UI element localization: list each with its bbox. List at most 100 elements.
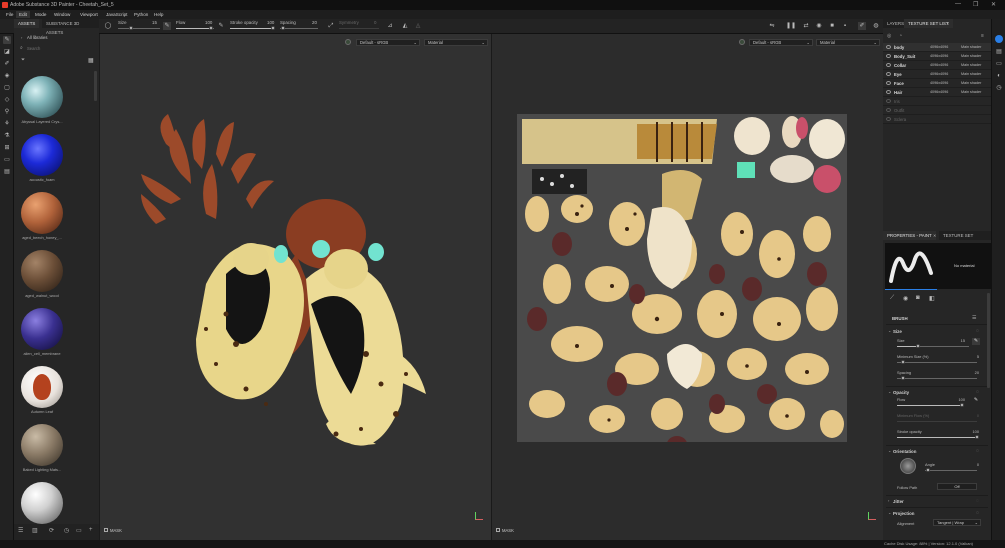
color-picker-icon[interactable]: ⚘	[3, 120, 11, 128]
menu-viewport[interactable]: Viewport	[77, 11, 101, 18]
eye-icon[interactable]	[886, 108, 891, 112]
pen-pressure-icon[interactable]: ✎	[163, 22, 171, 30]
flow-value[interactable]: 100	[205, 20, 212, 25]
size-slider[interactable]	[118, 28, 160, 29]
breadcrumb[interactable]: All libraries	[27, 35, 47, 40]
eye-icon[interactable]	[886, 63, 891, 67]
symmetry-toggle-icon[interactable]: ⊿	[386, 22, 394, 30]
asset-item[interactable]: acoustic_foam	[20, 134, 64, 182]
list-view-icon[interactable]: ☰	[18, 527, 23, 534]
shelf-icon[interactable]: ▭	[995, 60, 1003, 68]
colorspace-icon[interactable]	[739, 39, 745, 45]
measure-icon[interactable]: ▭	[3, 156, 11, 164]
menu-help[interactable]: Help	[151, 11, 166, 18]
symmetry-slider[interactable]	[339, 28, 379, 29]
alpha-icon[interactable]: ◉	[903, 295, 908, 302]
polygon-fill-icon[interactable]: ▢	[3, 84, 11, 92]
texture-set-row[interactable]: Hair 4096x4096 Main shader	[883, 88, 991, 97]
menu-icon[interactable]: ≡	[981, 33, 984, 39]
texture-set-list-icon[interactable]	[995, 35, 1003, 43]
eye-icon[interactable]	[886, 81, 891, 85]
texture-set-row[interactable]: Face 4096x4096 Main shader	[883, 79, 991, 88]
size-pressure-icon[interactable]: ✎	[972, 338, 980, 345]
asset-item[interactable]: alien_cell_membrane	[20, 308, 64, 356]
display-mode-icon[interactable]: ⇄	[802, 22, 810, 30]
symmetry-value[interactable]: 0	[374, 20, 376, 25]
brush-preset-icon[interactable]: ◯	[104, 22, 112, 30]
size-value[interactable]: 15	[152, 20, 157, 25]
bake-icon[interactable]: ⊞	[3, 144, 11, 152]
tab-assets[interactable]: ASSETS	[14, 19, 40, 28]
orientation-section-title[interactable]: Orientation	[893, 449, 916, 454]
brush-mode-icon[interactable]: ◍	[872, 22, 880, 30]
history-icon[interactable]: ◷	[64, 527, 69, 534]
projection-section-title[interactable]: Projection	[893, 511, 914, 516]
spacing-slider-handle[interactable]	[281, 26, 285, 30]
flow-value[interactable]: 100	[959, 397, 966, 402]
menu-window[interactable]: Window	[51, 11, 73, 18]
iray-icon[interactable]	[845, 22, 853, 30]
flow-pressure-icon[interactable]: ✎	[972, 397, 980, 404]
add-icon[interactable]: +	[89, 527, 93, 533]
asset-item[interactable]: aged_beech_honey_...	[20, 192, 64, 240]
follow-path-toggle[interactable]: Off	[937, 483, 977, 490]
preset-menu-icon[interactable]: ☰	[972, 315, 976, 321]
flow-pressure-icon[interactable]: ✎	[217, 22, 225, 30]
stroke-opacity-value[interactable]: 100	[973, 429, 980, 434]
menu-javascript[interactable]: JavaScript	[103, 11, 130, 18]
eye-icon[interactable]	[886, 72, 891, 76]
brush-settings-icon[interactable]: ⟋	[890, 295, 894, 302]
tab-texture-set-settings[interactable]: TEXTURE SET SETTINGS	[939, 231, 991, 247]
alignment-dropdown[interactable]: Tangent | Wrap ⌄	[933, 519, 981, 526]
flow-slider-handle[interactable]	[209, 26, 213, 30]
symmetry-axis-icon[interactable]: ◬	[414, 22, 422, 30]
viewport-layout-icon[interactable]: ⇋	[768, 22, 776, 30]
texture-set-row[interactable]: Sclera	[883, 115, 991, 124]
texture-set-row[interactable]: body 4096x4096 Main shader	[883, 43, 991, 52]
menu-file[interactable]: File	[3, 11, 16, 18]
settings-icon[interactable]: ◔	[899, 33, 902, 39]
chevron-right-icon[interactable]: ›	[21, 35, 22, 40]
viewport-2d[interactable]: Default - sRGB ⌄ Material ⌄ MASK	[491, 34, 883, 540]
layer-icon[interactable]: ▤	[3, 168, 11, 176]
size-slider-handle[interactable]	[916, 344, 920, 348]
eye-icon[interactable]	[886, 117, 891, 121]
refresh-icon[interactable]: ⟳	[49, 527, 54, 534]
tab-substance-3d-assets[interactable]: SUBSTANCE 3D ASSETS	[42, 19, 99, 35]
visibility-all-icon[interactable]: ◎	[887, 33, 891, 39]
reset-icon[interactable]: ◌	[976, 389, 979, 395]
jitter-section-title[interactable]: Jitter	[893, 499, 904, 504]
menu-edit[interactable]: Edit	[16, 11, 30, 18]
reset-icon[interactable]: ◌	[976, 328, 979, 334]
close-tab-icon[interactable]: ✕	[946, 21, 949, 26]
menu-mode[interactable]: Mode	[32, 11, 50, 18]
paint-brush-icon[interactable]: ✎	[3, 36, 11, 44]
history-icon[interactable]: ◷	[995, 84, 1003, 92]
channel-dropdown[interactable]: Material ⌄	[816, 39, 880, 46]
menu-python[interactable]: Python	[131, 11, 151, 18]
texture-set-row[interactable]: Collar 4096x4096 Main shader	[883, 61, 991, 70]
material-icon[interactable]: ◧	[929, 295, 935, 302]
asset-item[interactable]	[20, 482, 64, 524]
pause-icon[interactable]: ❚❚	[786, 22, 796, 30]
camera-icon[interactable]: ■	[828, 22, 836, 30]
texture-set-row[interactable]: Iris	[883, 97, 991, 106]
geometry-fill-icon[interactable]: ◈	[3, 72, 11, 80]
flow-slider-handle[interactable]	[960, 403, 964, 407]
uv-texture-map[interactable]	[517, 114, 847, 442]
smudge-icon[interactable]: ◇	[3, 96, 11, 104]
texture-set-row[interactable]: Body_Suit 4096x4096 Main shader	[883, 52, 991, 61]
spacing-value[interactable]: 20	[975, 370, 979, 375]
chevron-down-icon[interactable]: ⌄	[888, 328, 891, 333]
reset-icon[interactable]: ◌	[976, 498, 979, 504]
mask-toggle[interactable]: MASK	[496, 528, 514, 533]
channel-dropdown[interactable]: Material ⌄	[424, 39, 488, 46]
eye-icon[interactable]	[886, 99, 891, 103]
min-size-slider-handle[interactable]	[901, 360, 905, 364]
projection-icon[interactable]: ✐	[3, 60, 11, 68]
colorspace-dropdown[interactable]: Default - sRGB ⌄	[749, 39, 813, 46]
mask-toggle[interactable]: MASK	[104, 528, 122, 533]
angle-value[interactable]: 0	[977, 462, 979, 467]
reset-icon[interactable]: ◌	[976, 510, 979, 516]
asset-item[interactable]: aged_walnut_wood	[20, 250, 64, 298]
